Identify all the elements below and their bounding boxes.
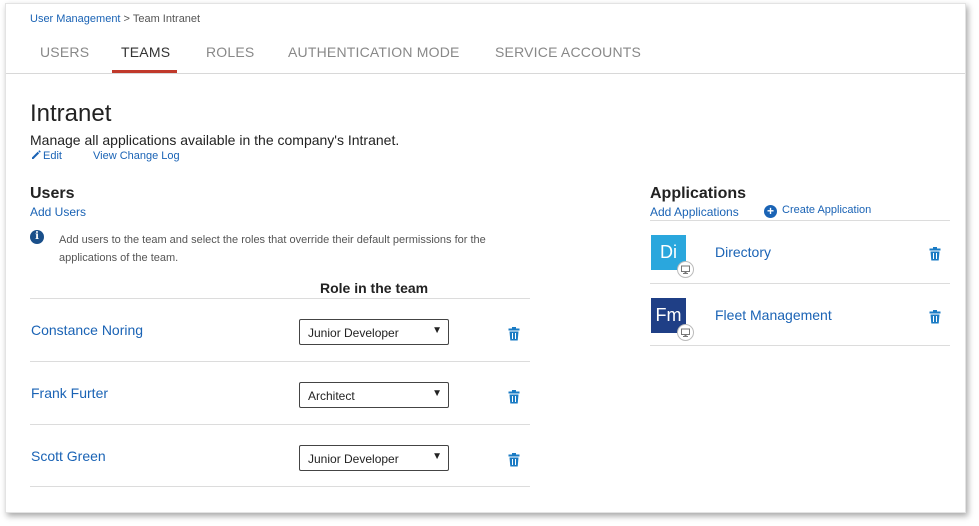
tab-bar: USERS TEAMS ROLES AUTHENTICATION MODE SE…	[6, 38, 965, 74]
trash-icon[interactable]	[508, 327, 520, 341]
breadcrumb: User Management > Team Intranet	[30, 13, 200, 25]
user-name-link[interactable]: Frank Furter	[31, 385, 108, 401]
tab-authentication-mode[interactable]: AUTHENTICATION MODE	[288, 44, 460, 60]
create-application-button[interactable]: + Create Application	[764, 204, 871, 218]
caret-down-icon: ▼	[432, 451, 442, 462]
app-frame: User Management > Team Intranet USERS TE…	[5, 3, 966, 513]
users-table: Constance Noring Junior Developer ▼ Fran…	[30, 298, 530, 487]
role-select[interactable]: Junior Developer ▼	[299, 445, 449, 471]
create-application-label: Create Application	[782, 204, 872, 216]
users-info-text: Add users to the team and select the rol…	[59, 234, 486, 264]
trash-icon[interactable]	[929, 310, 941, 324]
active-tab-indicator	[112, 70, 177, 73]
tab-service-accounts[interactable]: SERVICE ACCOUNTS	[495, 44, 641, 60]
users-section-title: Users	[30, 185, 75, 202]
table-row: Frank Furter Architect ▼	[30, 361, 530, 424]
role-select[interactable]: Architect ▼	[299, 382, 449, 408]
plus-circle-icon: +	[764, 205, 777, 218]
view-change-log-link[interactable]: View Change Log	[93, 150, 180, 162]
caret-down-icon: ▼	[432, 325, 442, 336]
list-item: Di Directory	[650, 220, 950, 283]
applications-section-title: Applications	[650, 185, 747, 202]
list-item: Fm Fleet Management	[650, 283, 950, 346]
tab-users[interactable]: USERS	[40, 44, 89, 60]
add-users-link[interactable]: Add Users	[30, 205, 86, 219]
user-name-link[interactable]: Scott Green	[31, 448, 106, 464]
page-title: Intranet	[30, 100, 112, 127]
breadcrumb-user-management[interactable]: User Management	[30, 13, 121, 25]
role-select-value: Junior Developer	[308, 326, 399, 340]
tab-teams[interactable]: TEAMS	[121, 44, 170, 60]
edit-label: Edit	[43, 150, 62, 162]
user-name-link[interactable]: Constance Noring	[31, 322, 143, 338]
app-name-link[interactable]: Directory	[715, 244, 771, 260]
trash-icon[interactable]	[508, 390, 520, 404]
app-name-link[interactable]: Fleet Management	[715, 307, 832, 323]
breadcrumb-current: Team Intranet	[132, 13, 201, 25]
pencil-icon	[32, 150, 41, 159]
tab-roles[interactable]: ROLES	[206, 44, 254, 60]
trash-icon[interactable]	[929, 247, 941, 261]
table-row: Scott Green Junior Developer ▼	[30, 424, 530, 487]
breadcrumb-separator: >	[120, 13, 133, 25]
role-column-header: Role in the team	[320, 280, 429, 296]
edit-link[interactable]: Edit	[31, 150, 62, 162]
table-row: Constance Noring Junior Developer ▼	[30, 298, 530, 361]
role-select-value: Junior Developer	[308, 452, 399, 466]
add-applications-link[interactable]: Add Applications	[650, 205, 739, 219]
applications-table: Di Directory Fm Fleet Management	[650, 220, 950, 346]
role-select[interactable]: Junior Developer ▼	[299, 319, 449, 345]
caret-down-icon: ▼	[432, 388, 442, 399]
desktop-icon	[677, 324, 694, 341]
desktop-icon	[677, 261, 694, 278]
page-description: Manage all applications available in the…	[30, 132, 400, 148]
role-select-value: Architect	[308, 389, 355, 403]
trash-icon[interactable]	[508, 453, 520, 467]
info-icon: i	[30, 230, 44, 244]
